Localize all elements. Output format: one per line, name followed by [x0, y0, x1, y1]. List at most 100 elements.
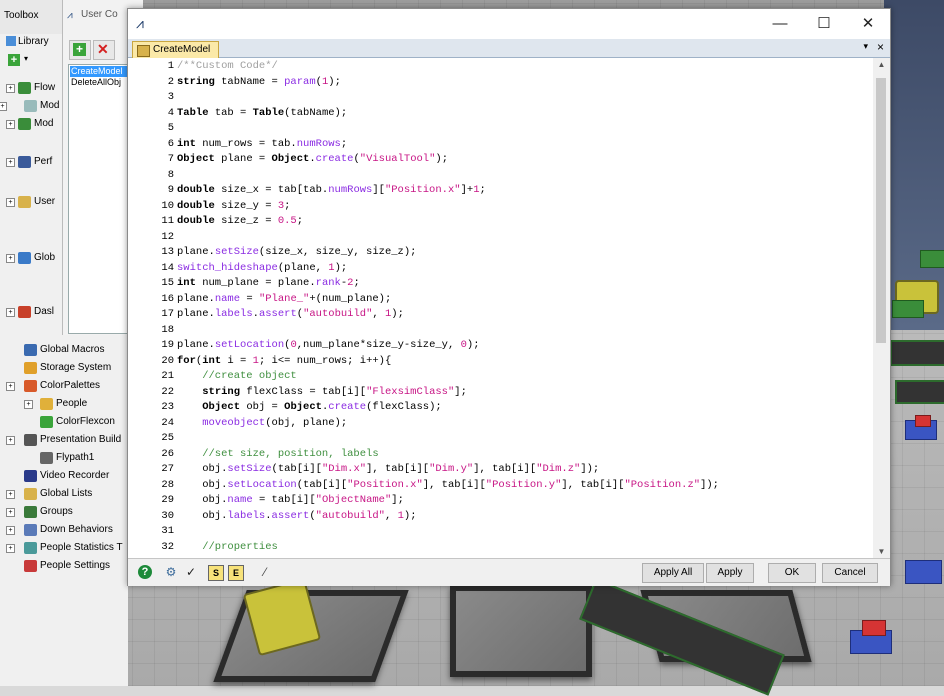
code-line[interactable]: 14 switch_hideshape(plane, 1); [128, 262, 872, 278]
code-line[interactable]: 30 obj.labels.assert("autobuild", 1); [128, 510, 872, 526]
expand-icon[interactable]: + [6, 508, 15, 517]
expand-icon[interactable]: + [6, 490, 15, 499]
queue-box [920, 250, 944, 268]
line-number: 6 [167, 137, 174, 150]
tree-item-icon [24, 542, 37, 554]
expand-icon[interactable]: + [6, 84, 15, 93]
apply-all-button[interactable]: Apply All [642, 563, 704, 583]
code-line[interactable]: 8 [128, 169, 872, 185]
tree-item[interactable]: Flypath1 [0, 450, 128, 468]
code-line[interactable]: 15 int num_plane = plane.rank-2; [128, 277, 872, 293]
tab-toolbox[interactable]: Toolbox [4, 10, 38, 21]
scroll-thumb[interactable] [876, 78, 886, 343]
tree-item[interactable]: Video Recorder [0, 468, 128, 486]
code-line[interactable]: 29 obj.name = tab[i]["ObjectName"]; [128, 494, 872, 510]
tab-createmodel[interactable]: CreateModel [132, 41, 220, 58]
code-line[interactable]: 2 string tabName = param(1); [128, 76, 872, 92]
tree-item[interactable]: Storage System [0, 360, 128, 378]
scroll-up-icon[interactable]: ▲ [873, 60, 890, 69]
expand-icon[interactable]: + [24, 400, 33, 409]
add-usercode-button[interactable]: + [69, 40, 91, 60]
code-line[interactable]: 19 plane.setLocation(0,num_plane*size_y-s… [128, 339, 872, 355]
line-number: 32 [161, 540, 174, 553]
expand-icon[interactable]: + [6, 198, 15, 207]
expand-icon[interactable]: + [0, 102, 7, 111]
code-line[interactable]: 32 //properties [128, 541, 872, 557]
expand-icon[interactable]: + [6, 526, 15, 535]
delete-usercode-button[interactable]: ✕ [93, 40, 115, 60]
tree-item[interactable]: ColorFlexcon [0, 414, 128, 432]
code-line[interactable]: 17 plane.labels.assert("autobuild", 1); [128, 308, 872, 324]
tree-item[interactable]: + People [0, 396, 128, 414]
code-line[interactable]: 22 string flexClass = tab[i]["FlexsimCla… [128, 386, 872, 402]
tree-item-icon [40, 398, 53, 410]
code-line[interactable]: 11 double size_z = 0.5; [128, 215, 872, 231]
tree-item[interactable]: Global Macros [0, 342, 128, 360]
vertical-scrollbar[interactable]: ▲ ▼ [873, 58, 890, 558]
line-number: 8 [167, 168, 174, 181]
maximize-button[interactable]: ☐ [802, 11, 846, 37]
minimize-button[interactable]: — [758, 11, 802, 37]
scroll-down-icon[interactable]: ▼ [873, 547, 890, 556]
check-syntax-icon[interactable]: ✓ [184, 565, 198, 579]
add-icon[interactable]: + [8, 54, 20, 66]
code-text: obj.labels.assert("autobuild", 1); [177, 509, 417, 522]
tree-item[interactable]: + Groups [0, 504, 128, 522]
help-icon[interactable]: ? [138, 565, 152, 579]
expand-icon[interactable]: + [6, 382, 15, 391]
usercode-icon: ⩘ [67, 10, 73, 21]
tab-usercode[interactable]: User Co [81, 9, 118, 20]
code-line[interactable]: 27 obj.setSize(tab[i]["Dim.x"], tab[i]["… [128, 463, 872, 479]
code-line[interactable]: 24 moveobject(obj, plane); [128, 417, 872, 433]
title-bar[interactable]: ⩘ — ☐ ✕ [128, 9, 890, 39]
tab-menu-icon[interactable]: ▾ [863, 41, 868, 52]
code-line[interactable]: 9 double size_x = tab[tab.numRows]["Posit… [128, 184, 872, 200]
expand-icon[interactable]: + [6, 120, 15, 129]
code-line[interactable]: 7 Object plane = Object.create("VisualToo… [128, 153, 872, 169]
code-line[interactable]: 25 [128, 432, 872, 448]
code-line[interactable]: 3 [128, 91, 872, 107]
code-line[interactable]: 1/**Custom Code*/ [128, 60, 872, 76]
code-line[interactable]: 12 [128, 231, 872, 247]
code-line[interactable]: 28 obj.setLocation(tab[i]["Position.x"],… [128, 479, 872, 495]
tree-item[interactable]: + Presentation Build [0, 432, 128, 450]
code-editor[interactable]: 1/**Custom Code*/2 string tabName = param… [128, 58, 872, 558]
code-line[interactable]: 6 int num_rows = tab.numRows; [128, 138, 872, 154]
pick-icon[interactable]: ⁄ [258, 565, 272, 579]
add-code-icon[interactable]: ⚙ [164, 565, 178, 579]
tree-item[interactable]: + Down Behaviors [0, 522, 128, 540]
code-text: Object obj = Object.create(flexClass); [202, 401, 442, 413]
tree-item[interactable]: + People Statistics T [0, 540, 128, 558]
code-line[interactable]: 4 Table tab = Table(tabName); [128, 107, 872, 123]
cancel-button[interactable]: Cancel [822, 563, 878, 583]
expand-icon[interactable]: + [6, 308, 15, 317]
line-number: 9 [167, 184, 174, 196]
code-line[interactable]: 18 [128, 324, 872, 340]
code-line[interactable]: 23 Object obj = Object.create(flexClass)… [128, 401, 872, 417]
tab-close-icon[interactable]: × [877, 40, 884, 54]
code-line[interactable]: 13 plane.setSize(size_x, size_y, size_z); [128, 246, 872, 262]
code-line[interactable]: 21 //create object [128, 370, 872, 386]
code-line[interactable]: 20 for(int i = 1; i<= num_rows; i++){ [128, 355, 872, 371]
apply-button[interactable]: Apply [706, 563, 754, 583]
expand-icon[interactable]: + [6, 544, 15, 553]
tree-item[interactable]: + ColorPalettes [0, 378, 128, 396]
usercode-list-item[interactable]: DeleteAllObj [70, 77, 128, 88]
expand-icon[interactable]: + [6, 254, 15, 263]
tree-item[interactable]: People Settings [0, 558, 128, 576]
expand-icon[interactable]: + [6, 436, 15, 445]
s-icon[interactable]: S [208, 565, 224, 581]
e-icon[interactable]: E [228, 565, 244, 581]
tree-item[interactable]: + Global Lists [0, 486, 128, 504]
code-line[interactable]: 5 [128, 122, 872, 138]
close-button[interactable]: ✕ [846, 11, 890, 37]
expand-icon[interactable]: + [6, 158, 15, 167]
code-line[interactable]: 31 [128, 525, 872, 541]
usercode-list-item[interactable]: CreateModel [70, 66, 128, 77]
ok-button[interactable]: OK [768, 563, 816, 583]
code-line[interactable]: 26 //set size, position, labels [128, 448, 872, 464]
dropdown-arrow-icon[interactable]: ▾ [24, 54, 28, 63]
library-dropdown[interactable]: Library [6, 36, 49, 47]
code-line[interactable]: 10 double size_y = 3; [128, 200, 872, 216]
code-line[interactable]: 16 plane.name = "Plane_"+(num_plane); [128, 293, 872, 309]
